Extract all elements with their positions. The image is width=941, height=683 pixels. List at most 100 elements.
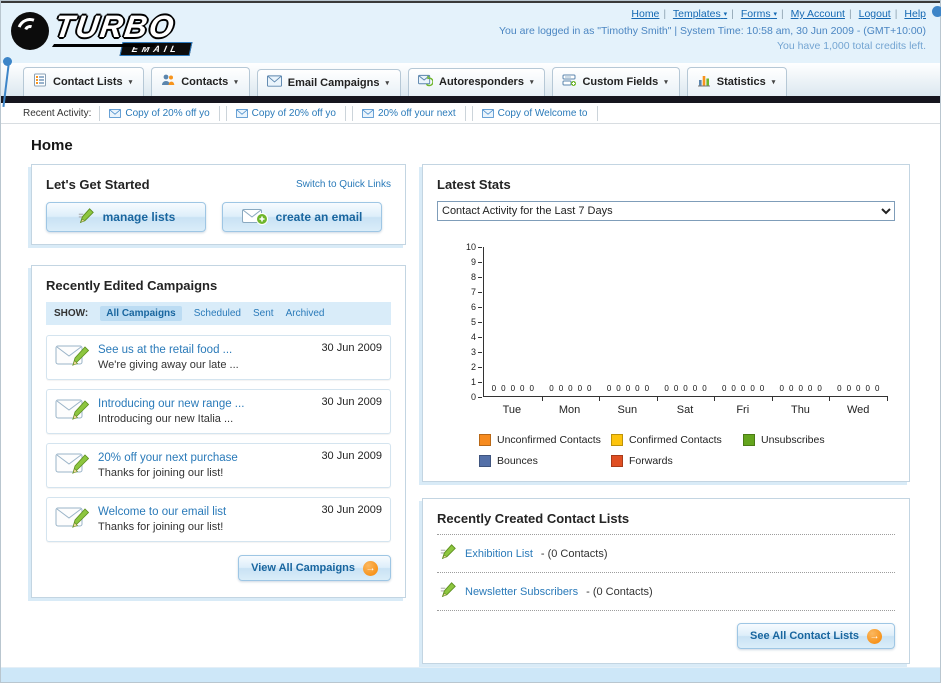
- campaign-text: Welcome to our email list Thanks for joi…: [98, 506, 312, 533]
- separator: |: [663, 8, 667, 20]
- contact-list-link[interactable]: Newsletter Subscribers: [465, 586, 578, 598]
- view-all-campaigns-button[interactable]: View All Campaigns →: [238, 555, 391, 581]
- create-email-button[interactable]: create an email: [222, 202, 382, 232]
- arrow-right-icon: →: [867, 628, 882, 644]
- header-link-home[interactable]: Home: [631, 8, 659, 20]
- campaign-row[interactable]: Welcome to our email list Thanks for joi…: [46, 497, 391, 542]
- recent-activity-item[interactable]: Copy of 20% off yo: [225, 105, 346, 121]
- caret-down-icon: ▾: [664, 78, 668, 86]
- left-column: Let's Get Started Switch to Quick Links …: [31, 164, 406, 598]
- legend-label: Unconfirmed Contacts: [497, 434, 601, 446]
- contact-list-count: - (0 Contacts): [586, 585, 653, 598]
- pencil-icon: [439, 543, 457, 564]
- contact-list-row[interactable]: Newsletter Subscribers - (0 Contacts): [437, 573, 895, 611]
- caret-down-icon: ▾: [385, 79, 389, 87]
- button-label: View All Campaigns: [251, 562, 355, 574]
- contact-list-row[interactable]: Exhibition List - (0 Contacts): [437, 535, 895, 573]
- campaign-title-link[interactable]: 20% off your next purchase: [98, 452, 312, 464]
- header: TURBO EMAIL Home | Templates ▾ | Forms ▾ | …: [1, 3, 940, 63]
- decoration-dot: [932, 6, 941, 17]
- page-title: Home: [31, 137, 73, 154]
- pencil-icon: [439, 581, 457, 602]
- filter-tab-archived[interactable]: Archived: [286, 308, 325, 319]
- campaign-title-link[interactable]: Introducing our new range ...: [98, 398, 312, 410]
- legend-item: Confirmed Contacts: [611, 434, 743, 446]
- campaign-title-link[interactable]: See us at the retail food ...: [98, 344, 312, 356]
- contact-lists-icon: [33, 73, 47, 90]
- chart-x-label: Fri: [736, 404, 750, 416]
- login-info: You are logged in as "Timothy Smith" | S…: [499, 25, 926, 37]
- tab-email-campaigns[interactable]: Email Campaigns ▾: [256, 69, 401, 96]
- contact-activity-chart: 10 9 8 7 6 5 4 3 2 1 0 000000000000000000000000000…: [466, 242, 888, 402]
- autoresponders-icon: [418, 74, 434, 90]
- contact-list-link[interactable]: Exhibition List: [465, 548, 533, 560]
- chart-y-tick: 0: [448, 392, 482, 402]
- manage-lists-button[interactable]: manage lists: [46, 202, 206, 232]
- header-link-help[interactable]: Help: [904, 8, 926, 20]
- tab-label: Statistics: [716, 75, 766, 88]
- chart-bar-group: 00000: [599, 247, 658, 401]
- recent-activity-item[interactable]: 20% off your next: [351, 105, 466, 121]
- filter-tab-scheduled[interactable]: Scheduled: [194, 308, 241, 319]
- legend-swatch: [479, 455, 491, 467]
- filter-tab-sent[interactable]: Sent: [253, 308, 274, 319]
- latest-stats-title: Latest Stats: [437, 177, 511, 192]
- page-footer: [1, 667, 940, 682]
- campaign-text: See us at the retail food ... We're givi…: [98, 344, 312, 371]
- chart-bar-group: 00000: [657, 247, 715, 401]
- logo-text: TURBO EMAIL: [53, 7, 193, 56]
- recent-activity-item[interactable]: Copy of 20% off yo: [99, 105, 220, 121]
- chart-y-tick: 2: [448, 362, 482, 372]
- chart-bar-group: 00000: [542, 247, 600, 401]
- chart-y-tick: 4: [448, 332, 482, 342]
- chart-x-label: Sat: [676, 404, 694, 416]
- tab-label: Email Campaigns: [287, 76, 380, 89]
- activity-link: Copy of 20% off yo: [251, 107, 336, 119]
- campaign-row[interactable]: 20% off your next purchase Thanks for jo…: [46, 443, 391, 488]
- separator: |: [848, 8, 852, 20]
- chart-y-tick: 5: [448, 317, 482, 327]
- activity-link: 20% off your next: [377, 107, 456, 119]
- chart-x-label: Wed: [846, 404, 870, 416]
- logo-swoosh-icon: [11, 12, 49, 50]
- contact-lists-title: Recently Created Contact Lists: [437, 511, 895, 535]
- campaign-title-link[interactable]: Welcome to our email list: [98, 506, 312, 518]
- campaign-date: 30 Jun 2009: [321, 396, 382, 408]
- tab-contact-lists[interactable]: Contact Lists ▾: [23, 67, 145, 96]
- envelope-icon: [361, 108, 374, 118]
- header-link-forms[interactable]: Forms ▾: [741, 8, 777, 20]
- chart-bar-group: 00000: [484, 247, 543, 401]
- legend-item: Unsubscribes: [743, 434, 875, 446]
- tab-contacts[interactable]: Contacts ▾: [151, 67, 250, 96]
- chart-y-tick: 1: [448, 377, 482, 387]
- latest-stats-panel: Latest Stats Contact Activity for the La…: [422, 164, 910, 482]
- caret-down-icon: ▾: [723, 11, 728, 18]
- contact-list-count: - (0 Contacts): [540, 547, 608, 560]
- pencil-icon: [77, 207, 95, 228]
- recent-activity-item[interactable]: Copy of Welcome to: [471, 105, 598, 121]
- tab-statistics[interactable]: Statistics ▾: [686, 67, 788, 96]
- caret-down-icon: ▾: [234, 78, 238, 86]
- legend-swatch: [479, 434, 491, 446]
- campaign-row[interactable]: See us at the retail food ... We're givi…: [46, 335, 391, 380]
- header-link-my-account[interactable]: My Account: [791, 8, 845, 20]
- envelope-plus-icon: [241, 207, 268, 228]
- campaign-row[interactable]: Introducing our new range ... Introducin…: [46, 389, 391, 434]
- chart-bar-group: 00000: [772, 247, 831, 401]
- button-label: manage lists: [102, 210, 176, 224]
- header-link-templates[interactable]: Templates ▾: [673, 8, 727, 20]
- recently-edited-campaigns-panel: Recently Edited Campaigns SHOW: All Camp…: [31, 265, 406, 598]
- legend-label: Forwards: [629, 455, 673, 467]
- caret-down-icon: ▾: [529, 79, 534, 86]
- envelope-pencil-icon: [55, 450, 90, 481]
- stats-range-select[interactable]: Contact Activity for the Last 7 Days: [437, 201, 895, 221]
- filter-tab-all-campaigns[interactable]: All Campaigns: [100, 306, 182, 321]
- campaign-list: See us at the retail food ... We're givi…: [46, 335, 391, 542]
- campaign-subtitle: We're giving away our late ...: [98, 359, 239, 371]
- tab-autoresponders[interactable]: Autoresponders ▾: [408, 68, 546, 96]
- switch-quick-links-link[interactable]: Switch to Quick Links: [296, 179, 391, 190]
- header-link-logout[interactable]: Logout: [859, 8, 891, 20]
- tab-custom-fields[interactable]: Custom Fields ▾: [552, 67, 680, 96]
- see-all-contact-lists-button[interactable]: See All Contact Lists →: [736, 623, 895, 649]
- activity-link: Copy of 20% off yo: [125, 107, 210, 119]
